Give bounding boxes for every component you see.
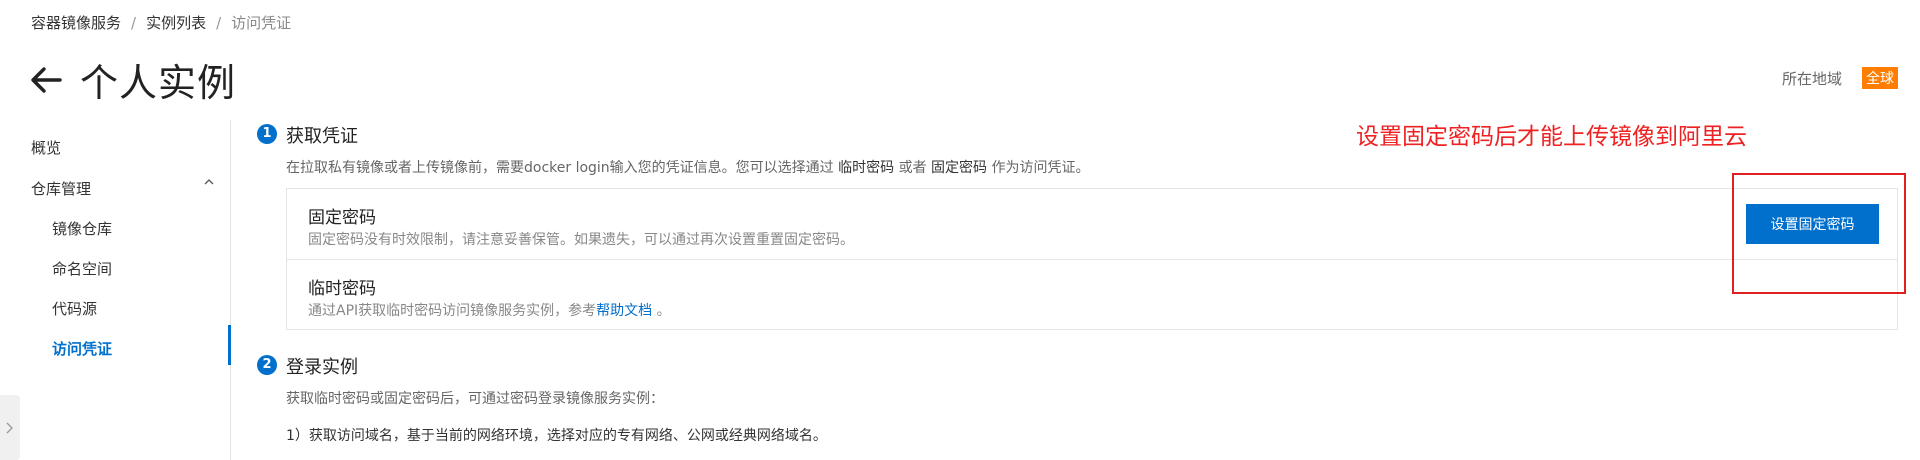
fixed-password-desc: 固定密码没有时效限制，请注意妥善保管。如果遗失，可以通过再次设置重置固定密码。 bbox=[308, 232, 854, 248]
breadcrumb-container-registry[interactable]: 容器镜像服务 bbox=[31, 12, 121, 33]
sidebar-item-code-source[interactable]: 代码源 bbox=[52, 298, 97, 319]
breadcrumb-separator: / bbox=[131, 13, 137, 32]
temp-password-desc: 通过API获取临时密码访问镜像服务实例，参考帮助文档 。 bbox=[308, 300, 671, 320]
region-label: 所在地域 bbox=[1781, 69, 1842, 88]
sidebar-item-overview[interactable]: 概览 bbox=[31, 137, 61, 158]
desc-text: 或者 bbox=[898, 160, 927, 176]
help-doc-link[interactable]: 帮助文档 bbox=[596, 303, 652, 319]
breadcrumb: 容器镜像服务 / 实例列表 / 访问凭证 bbox=[31, 12, 291, 33]
page-title: 个人实例 bbox=[80, 61, 237, 105]
chevron-up-icon[interactable] bbox=[203, 176, 215, 188]
step-title: 登录实例 bbox=[286, 357, 358, 378]
page-header: 个人实例 bbox=[28, 52, 236, 107]
breadcrumb-instance-list[interactable]: 实例列表 bbox=[146, 12, 206, 33]
sidebar-item-namespace[interactable]: 命名空间 bbox=[52, 258, 112, 279]
active-indicator bbox=[228, 325, 231, 365]
fixed-password-title: 固定密码 bbox=[308, 208, 376, 228]
chevron-right-icon bbox=[6, 422, 13, 434]
step-description: 在拉取私有镜像或者上传镜像前，需要docker login输入您的凭证信息。您可… bbox=[286, 157, 1090, 177]
sidebar bbox=[0, 120, 231, 460]
region-indicator: 所在地域 全球 bbox=[1782, 67, 1898, 89]
step-number: 2 bbox=[257, 355, 277, 375]
sidebar-item-repo-management[interactable]: 仓库管理 bbox=[31, 178, 91, 199]
credential-panel: 固定密码 固定密码没有时效限制，请注意妥善保管。如果遗失，可以通过再次设置重置固… bbox=[286, 188, 1898, 330]
back-arrow-icon[interactable] bbox=[28, 62, 64, 98]
sidebar-collapse-handle[interactable] bbox=[0, 395, 20, 460]
annotation-note: 设置固定密码后才能上传镜像到阿里云 bbox=[1356, 124, 1747, 150]
sidebar-item-access-credential[interactable]: 访问凭证 bbox=[52, 338, 112, 359]
desc-text: 。 bbox=[656, 303, 671, 319]
set-fixed-password-button[interactable]: 设置固定密码 bbox=[1746, 204, 1879, 244]
desc-option-fixed: 固定密码 bbox=[931, 160, 988, 176]
desc-text: 在拉取私有镜像或者上传镜像前，需要docker login输入您的凭证信息。您可… bbox=[286, 160, 834, 176]
breadcrumb-current: 访问凭证 bbox=[231, 14, 292, 32]
temp-password-title: 临时密码 bbox=[308, 279, 376, 299]
breadcrumb-separator: / bbox=[216, 13, 222, 32]
step-title: 获取凭证 bbox=[286, 126, 358, 147]
step-item: 1）获取访问域名，基于当前的网络环境，选择对应的专有网络、公网或经典网络域名。 bbox=[286, 428, 827, 444]
step-description: 获取临时密码或固定密码后，可通过密码登录镜像服务实例： bbox=[286, 391, 664, 407]
desc-option-temp: 临时密码 bbox=[838, 160, 895, 176]
sidebar-item-image-repo[interactable]: 镜像仓库 bbox=[52, 218, 112, 239]
divider bbox=[287, 259, 1897, 260]
desc-text: 通过API获取临时密码访问镜像服务实例，参考 bbox=[308, 303, 597, 319]
desc-text: 作为访问凭证。 bbox=[991, 160, 1090, 176]
region-badge[interactable]: 全球 bbox=[1862, 67, 1898, 89]
step-number: 1 bbox=[257, 124, 277, 144]
